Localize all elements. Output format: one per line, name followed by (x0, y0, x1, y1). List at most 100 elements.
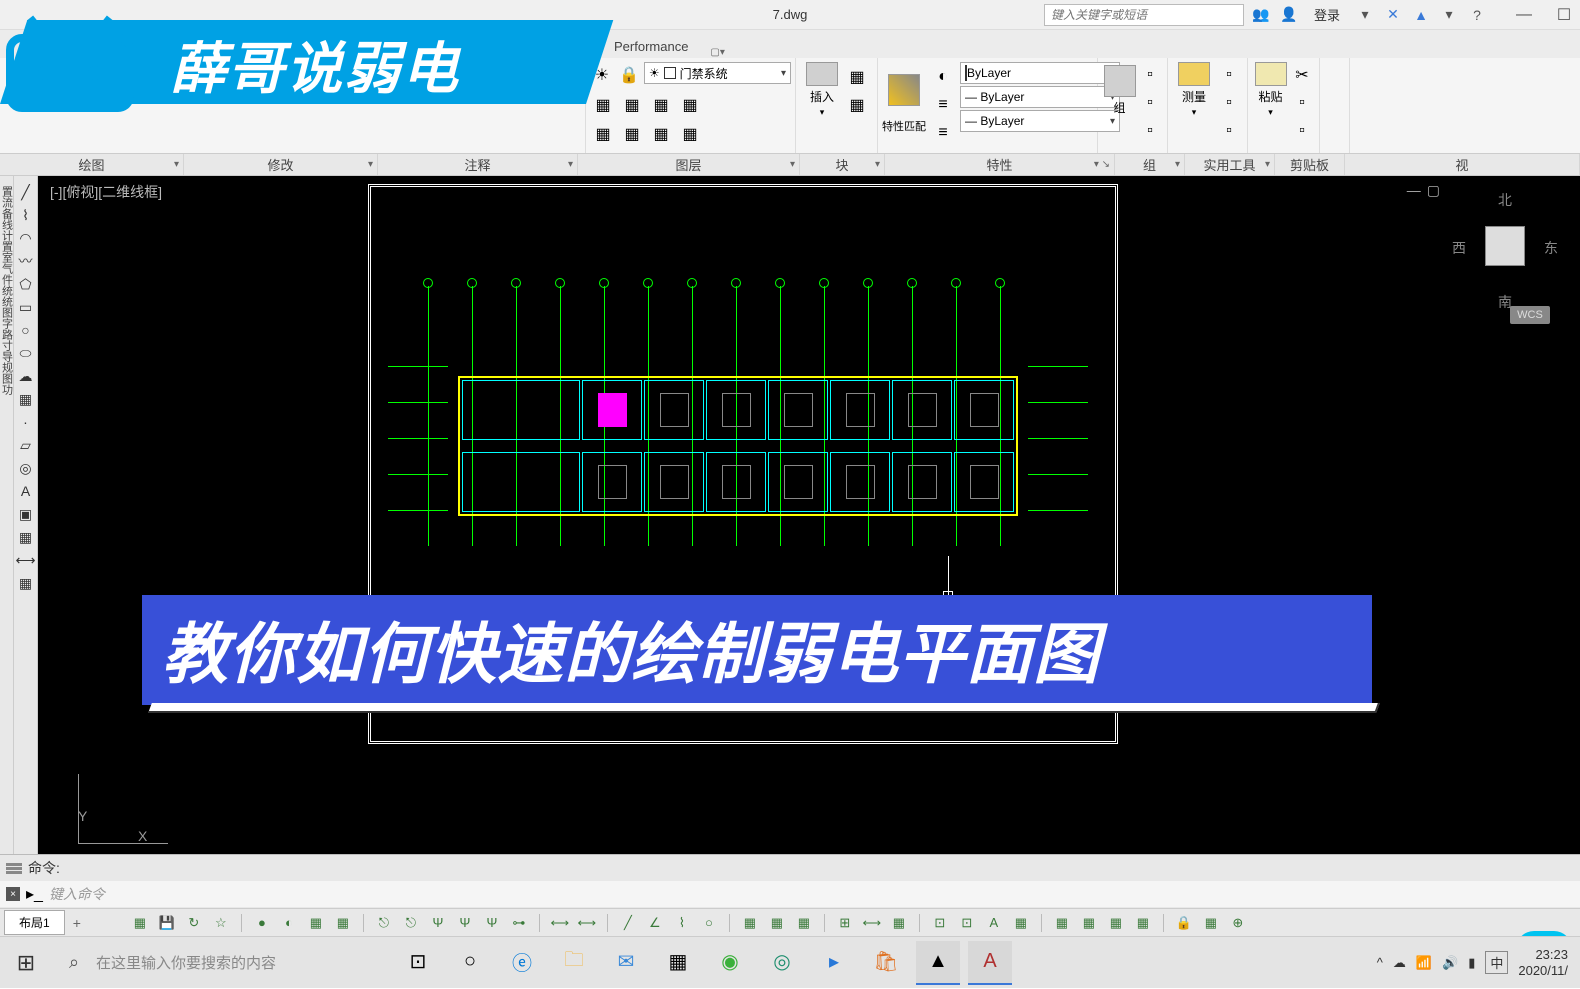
donut-icon[interactable]: ◎ (16, 458, 36, 478)
line-icon[interactable]: ╱ (16, 182, 36, 202)
tool-icon[interactable]: ▦ (1132, 912, 1154, 934)
drawing-canvas[interactable]: [-][俯视][二维线框] —▢ 北 西 东 南 WCS /*grids dra… (38, 176, 1580, 854)
tool-icon[interactable]: ▦ (739, 912, 761, 934)
command-input[interactable]: 键入命令 (49, 884, 105, 904)
tool-icon[interactable]: ▦ (1010, 912, 1032, 934)
copy-icon[interactable]: ▫ (1289, 90, 1315, 116)
point-icon[interactable]: · (16, 412, 36, 432)
edge-chromium-icon[interactable]: ◎ (760, 941, 804, 985)
tool-icon[interactable]: ☆ (210, 912, 232, 934)
expand-icon[interactable]: ▢▾ (710, 47, 724, 58)
panel-label[interactable]: 图层▾ (578, 154, 800, 175)
layer-dropdown[interactable]: ☀ 门禁系统 ▾ (644, 62, 791, 84)
layer-icon[interactable]: ▦ (648, 121, 674, 147)
tool-icon[interactable]: ▦ (888, 912, 910, 934)
edge-icon[interactable]: ⓔ (500, 941, 544, 985)
tool-icon[interactable]: ⟷ (549, 912, 571, 934)
help-icon[interactable]: ? (1466, 4, 1488, 26)
circle-icon[interactable]: ○ (16, 320, 36, 340)
tool-icon[interactable]: ⟷ (576, 912, 598, 934)
measure-button[interactable]: 测量 ▾ (1172, 62, 1216, 118)
panel-label[interactable]: 修改▾ (184, 154, 378, 175)
panel-label[interactable]: 实用工具▾ (1185, 154, 1275, 175)
linetype-icon[interactable]: ≡ (930, 92, 956, 118)
layer-icon[interactable]: ▦ (619, 121, 645, 147)
quickselect-icon[interactable]: ▫ (1216, 118, 1242, 144)
tool-icon[interactable]: Ψ (454, 912, 476, 934)
layer-icon[interactable]: ▦ (677, 121, 703, 147)
tool-icon[interactable]: ▦ (793, 912, 815, 934)
panel-label[interactable]: 块▾ (800, 154, 885, 175)
block-icon[interactable]: ▣ (16, 504, 36, 524)
paint-icon[interactable]: ▦ (16, 573, 36, 593)
layout-tab[interactable]: 布局1 (4, 910, 65, 935)
panel-label[interactable]: 剪贴板 (1275, 154, 1345, 175)
layer-icon[interactable]: ▦ (648, 92, 674, 118)
tool-icon[interactable]: 🔒 (1173, 912, 1195, 934)
arc-icon[interactable]: ◠ (16, 228, 36, 248)
paste-button[interactable]: 粘贴 ▾ (1252, 62, 1289, 118)
tool-icon[interactable]: ▦ (332, 912, 354, 934)
tool-icon[interactable]: ▦ (1105, 912, 1127, 934)
hatch-icon[interactable]: ▦ (16, 389, 36, 409)
viewport-controls[interactable]: —▢ (1407, 182, 1440, 199)
dim-icon[interactable]: ⟷ (16, 550, 36, 570)
linetype-dropdown[interactable]: — ByLayer▾ (960, 86, 1120, 108)
tray-expand-icon[interactable]: ^ (1377, 955, 1383, 970)
tool-icon[interactable]: ⊕ (1227, 912, 1249, 934)
tool-icon[interactable]: ⊞ (834, 912, 856, 934)
layer-icon[interactable]: ▦ (677, 92, 703, 118)
lock-icon[interactable]: 🔒 (617, 62, 641, 88)
wechat-icon[interactable]: ◉ (708, 941, 752, 985)
lineweight-dropdown[interactable]: — ByLayer▾ (960, 110, 1120, 132)
explorer-icon[interactable]: 🗀 (552, 941, 596, 985)
view-cube[interactable]: 北 西 东 南 (1450, 186, 1560, 316)
autocad-icon[interactable]: A (968, 941, 1012, 985)
insert-block-button[interactable]: 插入 ▾ (800, 62, 844, 118)
cut-icon[interactable]: ✂ (1289, 62, 1315, 88)
tool-icon[interactable]: ⊡ (929, 912, 951, 934)
tool-icon[interactable]: ⊡ (956, 912, 978, 934)
onedrive-icon[interactable]: ☁ (1393, 955, 1406, 971)
edit-block-icon[interactable]: ▦ (844, 64, 870, 90)
polygon-icon[interactable]: ⬠ (16, 274, 36, 294)
tool-icon[interactable]: ▦ (1078, 912, 1100, 934)
tool-icon[interactable]: ▦ (1051, 912, 1073, 934)
tool-icon[interactable]: Ψ (427, 912, 449, 934)
tool-icon[interactable]: A (983, 912, 1005, 934)
maximize-button[interactable]: ☐ (1554, 5, 1574, 25)
wifi-icon[interactable]: 📶 (1416, 955, 1432, 971)
edit-group-icon[interactable]: ▫ (1137, 90, 1163, 116)
lineweight-icon[interactable]: ≡ (930, 120, 956, 146)
clock[interactable]: 23:23 2020/11/ (1518, 947, 1568, 978)
panel-label[interactable]: 注释▾ (378, 154, 578, 175)
tool-icon[interactable]: ⎋ (373, 912, 395, 934)
tool-icon[interactable]: ◐ (278, 912, 300, 934)
tool-icon[interactable]: ▦ (1200, 912, 1222, 934)
region-icon[interactable]: ▱ (16, 435, 36, 455)
tool-icon[interactable]: ⌇ (671, 912, 693, 934)
dropdown-icon[interactable]: ▾ (1438, 4, 1460, 26)
wcs-badge[interactable]: WCS (1510, 306, 1550, 324)
tool-icon[interactable]: ▦ (766, 912, 788, 934)
tool-icon[interactable]: Ψ (481, 912, 503, 934)
tool-icon[interactable]: ⟷ (861, 912, 883, 934)
rectangle-icon[interactable]: ▭ (16, 297, 36, 317)
tool-icon[interactable]: ⎋ (400, 912, 422, 934)
volume-icon[interactable]: 🔊 (1442, 955, 1458, 971)
calc-icon[interactable]: ▫ (1216, 90, 1242, 116)
spline-icon[interactable]: 〰 (16, 251, 36, 271)
battery-icon[interactable]: ▮ (1468, 955, 1475, 971)
autodesk-icon[interactable]: ▲ (1410, 4, 1432, 26)
tool-icon[interactable]: ● (251, 912, 273, 934)
app-icon[interactable]: ▲ (916, 941, 960, 985)
table-icon[interactable]: ▦ (16, 527, 36, 547)
task-view-icon[interactable]: ⊡ (396, 941, 440, 985)
group-button[interactable]: 组 (1102, 62, 1137, 118)
tool-icon[interactable]: ▦ (305, 912, 327, 934)
photos-icon[interactable]: ▦ (656, 941, 700, 985)
layer-icon[interactable]: ▦ (590, 92, 616, 118)
attr-icon[interactable]: ▦ (844, 92, 870, 118)
ungroup-icon[interactable]: ▫ (1137, 62, 1163, 88)
tool-icon[interactable]: ▦ (129, 912, 151, 934)
